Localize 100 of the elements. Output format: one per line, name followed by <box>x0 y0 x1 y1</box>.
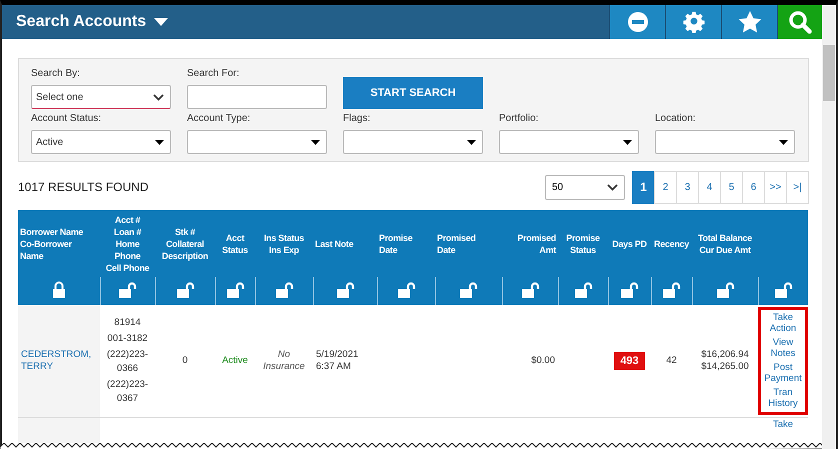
column-header: Promised <box>437 232 477 244</box>
unlocked-icon[interactable] <box>336 282 354 298</box>
action-link[interactable]: Post Payment <box>764 362 802 384</box>
insurance-status: No Insurance <box>263 349 305 372</box>
star-button[interactable] <box>721 5 777 39</box>
action-link[interactable]: Tran History <box>764 387 802 409</box>
field-label: Flags: <box>343 113 372 124</box>
column-header: Co-Borrower <box>20 238 73 250</box>
unlocked-icon[interactable] <box>520 282 540 298</box>
column-header: Ins Status <box>262 232 305 244</box>
account-status: Active <box>222 355 248 366</box>
column-header: Ins Exp <box>268 244 300 256</box>
column-header: Name <box>20 250 44 262</box>
scrollbar[interactable] <box>822 5 836 449</box>
column-header: Acct <box>224 232 246 244</box>
caret-icon[interactable] <box>154 18 168 26</box>
unlocked-icon[interactable] <box>459 282 478 298</box>
page-button[interactable]: 3 <box>676 170 699 204</box>
column-header: Description <box>160 250 210 262</box>
balance-amount: $14,265.00 <box>701 361 749 372</box>
star-icon <box>738 11 762 33</box>
column-header: Acct # <box>114 214 142 226</box>
field-label: Search By: <box>31 68 81 79</box>
scrollbar-thumb[interactable] <box>823 45 835 101</box>
unlocked-icon[interactable] <box>226 282 244 298</box>
action-link[interactable]: View Notes <box>764 337 802 359</box>
column-header: Promise <box>565 232 601 244</box>
field-label: Account Type: <box>187 113 252 124</box>
page-button[interactable]: >| <box>786 170 809 204</box>
account-detail: 001-3182 <box>107 333 148 344</box>
column-header: Date <box>437 244 456 256</box>
search-for-field[interactable] <box>187 85 327 109</box>
recency-value: 42 <box>666 355 677 366</box>
column-header: Cell Phone <box>104 262 150 274</box>
last-note-date: 5/19/2021 6:37 AM <box>316 349 358 372</box>
account-detail: (222)223-0367 <box>106 379 148 404</box>
balance-amount: $16,206.94 <box>701 349 749 360</box>
dropdown[interactable]: Active <box>31 130 171 154</box>
page-button[interactable]: 1 <box>632 170 655 204</box>
unlocked-icon[interactable] <box>774 282 793 298</box>
page-button[interactable]: 2 <box>654 170 677 204</box>
column-header: Promised <box>516 232 556 244</box>
unlocked-icon[interactable] <box>716 282 734 298</box>
page-button[interactable]: 6 <box>742 170 765 204</box>
column-header: Home <box>114 238 140 250</box>
column-header: Last Note <box>315 238 354 250</box>
search-icon <box>788 10 812 34</box>
stock-number: 0 <box>182 355 188 366</box>
borrower-link[interactable]: CEDERSTROM, TERRY <box>21 349 97 373</box>
field-label: Search For: <box>187 68 240 79</box>
account-detail: 81914 <box>114 317 141 328</box>
column-header: Promise <box>379 232 414 244</box>
field-label: Account Status: <box>31 113 102 124</box>
field-label: Portfolio: <box>499 113 540 124</box>
unlocked-icon[interactable] <box>118 282 137 298</box>
column-header: Status <box>569 244 597 256</box>
field-label: Location: <box>655 113 697 124</box>
unlocked-icon[interactable] <box>274 282 294 298</box>
column-header: Days PD <box>611 238 648 250</box>
days-past-due-badge: 493 <box>614 352 645 370</box>
settings-icon <box>682 11 704 33</box>
column-header: Status <box>221 244 249 256</box>
lock-icon[interactable] <box>52 281 66 298</box>
unlocked-icon[interactable] <box>574 282 592 298</box>
page-title: Search Accounts <box>16 13 146 31</box>
results-count: 1017 RESULTS FOUND <box>18 180 150 194</box>
action-link[interactable]: Take Action <box>764 312 802 334</box>
dropdown-caret-icon <box>155 140 164 144</box>
column-header: Collateral <box>164 238 205 250</box>
action-link[interactable]: Take <box>764 419 802 430</box>
unlocked-icon[interactable] <box>662 282 681 298</box>
column-header: Recency <box>653 238 690 250</box>
unlocked-icon[interactable] <box>176 282 194 298</box>
column-header: Loan # <box>112 226 142 238</box>
page-size-dropdown[interactable]: 50 <box>545 174 625 200</box>
search-by-dropdown[interactable]: Select one <box>31 85 171 109</box>
column-header: Date <box>379 244 398 256</box>
minus-icon <box>626 11 648 33</box>
unlocked-icon[interactable] <box>396 282 416 298</box>
page-button[interactable]: 4 <box>698 170 721 204</box>
dropdown-caret-icon <box>467 140 476 144</box>
column-header: Total Balance <box>697 232 753 244</box>
gear-button[interactable] <box>665 5 721 39</box>
search-button[interactable] <box>777 5 822 39</box>
column-header: Stk # <box>174 226 196 238</box>
dropdown-caret-icon <box>311 140 320 144</box>
dropdown-caret-icon <box>779 140 788 144</box>
column-header: Amt <box>538 244 556 256</box>
start-search-button[interactable]: START SEARCH <box>343 77 483 109</box>
column-header: Cur Due Amt <box>698 244 752 256</box>
column-header: Phone <box>113 250 142 262</box>
dropdown-caret-icon <box>623 140 632 144</box>
chevron-icon <box>607 184 618 190</box>
unlocked-icon[interactable] <box>620 282 639 298</box>
column-header: Borrower Name <box>20 226 84 238</box>
minus-button[interactable] <box>609 5 665 39</box>
promised-amount: $0.00 <box>531 355 555 366</box>
page-button[interactable]: 5 <box>720 170 743 204</box>
page-button[interactable]: >> <box>764 170 787 204</box>
chevron-icon <box>153 94 164 100</box>
